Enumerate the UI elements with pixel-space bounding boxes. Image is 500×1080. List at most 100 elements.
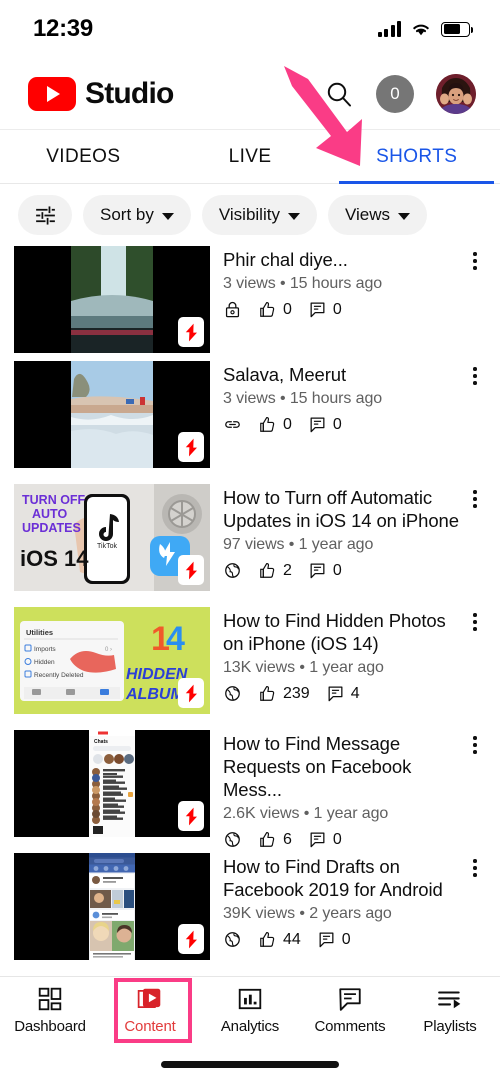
video-thumbnail[interactable]: Chats xyxy=(14,730,210,837)
like-count: 44 xyxy=(283,930,301,948)
thumbs-up-icon xyxy=(260,562,275,578)
video-stats: 39K views • 2 years ago xyxy=(223,905,392,922)
tab-live[interactable]: LIVE xyxy=(167,130,334,183)
playlists-icon xyxy=(437,986,463,1012)
list-item[interactable]: Phir chal diye... 3 views • 15 hours ago xyxy=(0,246,500,361)
nav-item-dashboard[interactable]: Dashboard xyxy=(0,986,100,1035)
list-item[interactable]: Utilities Imports 0 › Hidden 23 › Recent… xyxy=(0,607,500,730)
bottom-navigation: Dashboard Content Analytics Comments Pla… xyxy=(0,976,500,1080)
svg-text:Recently Deleted: Recently Deleted xyxy=(34,672,84,679)
likes-group: 6 xyxy=(258,830,292,849)
youtube-studio-app: 12:39 Studio 0 VIDEOS LIVE SHORTS Sort b… xyxy=(0,0,500,1080)
video-icon-row: 0 0 xyxy=(223,300,486,319)
video-stats: 3 views • 15 hours ago xyxy=(223,390,383,407)
notification-count: 0 xyxy=(390,83,400,103)
video-stats: 3 views • 15 hours ago xyxy=(223,275,383,292)
comment-icon xyxy=(319,932,334,948)
svg-text:Chats: Chats xyxy=(94,739,108,745)
video-options-button[interactable] xyxy=(464,486,486,512)
comments-group: 0 xyxy=(308,561,342,580)
svg-text:Hidden: Hidden xyxy=(34,659,55,666)
globe-icon xyxy=(225,563,240,578)
video-icon-row: 2 0 xyxy=(223,561,486,580)
chevron-down-icon xyxy=(161,212,174,220)
battery-icon xyxy=(441,21,473,37)
tab-videos-label: VIDEOS xyxy=(46,145,121,167)
svg-text:AUTO: AUTO xyxy=(32,507,67,521)
video-thumbnail[interactable] xyxy=(14,246,210,353)
avatar[interactable] xyxy=(436,73,476,114)
nav-item-analytics[interactable]: Analytics xyxy=(200,986,300,1035)
tab-shorts[interactable]: SHORTS xyxy=(333,130,500,184)
likes-group: 44 xyxy=(258,930,301,949)
video-icon-row: 44 0 xyxy=(223,930,486,949)
filter-chip-sort-by[interactable]: Sort by xyxy=(83,195,191,235)
shorts-badge-icon xyxy=(178,924,204,954)
video-options-button[interactable] xyxy=(464,248,486,274)
video-title: How to Find Message Requests on Facebook… xyxy=(223,733,412,800)
video-options-button[interactable] xyxy=(464,732,486,758)
nav-item-comments-label: Comments xyxy=(314,1018,386,1035)
comment-icon xyxy=(328,686,343,702)
search-icon xyxy=(327,82,351,106)
video-meta: How to Find Message Requests on Facebook… xyxy=(223,730,486,853)
video-thumbnail[interactable]: Utilities Imports 0 › Hidden 23 › Recent… xyxy=(14,607,210,714)
video-icon-row: 6 0 xyxy=(223,830,486,849)
thumbs-up-icon xyxy=(260,831,275,847)
list-item[interactable]: TikTok TURN OFF AUTO UPDATES iOS 14 How … xyxy=(0,484,500,607)
comment-icon xyxy=(310,302,325,318)
brand-lockup[interactable]: Studio xyxy=(28,76,174,111)
nav-item-comments[interactable]: Comments xyxy=(300,986,400,1035)
nav-item-content[interactable]: Content xyxy=(100,986,200,1035)
comment-icon xyxy=(310,832,325,848)
comments-group: 0 xyxy=(308,415,342,434)
list-item[interactable]: Chats How to Find Message Requests on Fa… xyxy=(0,730,500,853)
globe-icon xyxy=(225,932,240,947)
filter-chip-visibility[interactable]: Visibility xyxy=(201,195,317,235)
visibility-status xyxy=(223,415,242,434)
svg-text:TURN OFF: TURN OFF xyxy=(22,493,86,507)
nav-item-playlists[interactable]: Playlists xyxy=(400,986,500,1035)
video-title: Phir chal diye... xyxy=(223,249,348,270)
filter-chip-views[interactable]: Views xyxy=(327,195,427,235)
svg-text:4: 4 xyxy=(166,620,185,658)
shorts-list[interactable]: Phir chal diye... 3 views • 15 hours ago xyxy=(0,246,500,976)
lock-icon xyxy=(225,301,240,318)
comment-count: 0 xyxy=(332,300,342,318)
video-options-button[interactable] xyxy=(464,855,486,881)
video-options-button[interactable] xyxy=(464,363,486,389)
nav-item-dashboard-label: Dashboard xyxy=(14,1018,86,1035)
chevron-down-icon xyxy=(287,212,300,220)
video-icon-row: 0 0 xyxy=(223,415,486,434)
shorts-badge-icon xyxy=(178,801,204,831)
list-item[interactable]: How to Find Drafts on Facebook 2019 for … xyxy=(0,853,500,976)
video-meta: Phir chal diye... 3 views • 15 hours ago xyxy=(223,246,486,361)
header-actions: 0 xyxy=(324,73,476,114)
svg-text:TikTok: TikTok xyxy=(97,543,117,550)
video-thumbnail[interactable] xyxy=(14,361,210,468)
nav-item-playlists-label: Playlists xyxy=(423,1018,477,1035)
notification-badge[interactable]: 0 xyxy=(376,74,414,113)
like-count: 0 xyxy=(283,415,292,433)
globe-icon xyxy=(225,832,240,847)
thumbs-up-icon xyxy=(260,685,275,701)
svg-text:ALBUM: ALBUM xyxy=(125,686,184,703)
home-indicator xyxy=(161,1061,339,1068)
filter-tune-button[interactable] xyxy=(18,195,72,235)
search-button[interactable] xyxy=(324,79,354,109)
content-video-icon xyxy=(137,986,163,1012)
content-tabs: VIDEOS LIVE SHORTS xyxy=(0,130,500,184)
list-item[interactable]: Salava, Meerut 3 views • 15 hours ago 0 … xyxy=(0,361,500,484)
tab-videos[interactable]: VIDEOS xyxy=(0,130,167,183)
video-meta: How to Find Hidden Photos on iPhone (iOS… xyxy=(223,607,486,730)
shorts-badge-icon xyxy=(178,678,204,708)
comments-group: 0 xyxy=(317,930,351,949)
video-thumbnail[interactable]: TikTok TURN OFF AUTO UPDATES iOS 14 xyxy=(14,484,210,591)
video-meta: How to Turn off Automatic Updates in iOS… xyxy=(223,484,486,607)
visibility-status xyxy=(223,684,242,703)
video-options-button[interactable] xyxy=(464,609,486,635)
wifi-icon xyxy=(413,24,429,36)
globe-icon xyxy=(225,686,240,701)
video-thumbnail[interactable] xyxy=(14,853,210,960)
video-stats: 13K views • 1 year ago xyxy=(223,659,384,676)
